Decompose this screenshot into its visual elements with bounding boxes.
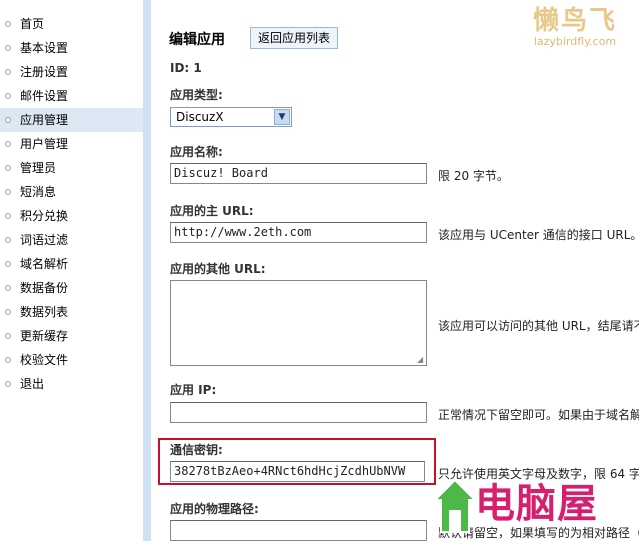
app-name-label: 应用名称:	[170, 145, 223, 159]
sidebar-item-label: 更新缓存	[20, 329, 69, 343]
sidebar-item-update-cache[interactable]: 更新缓存	[0, 324, 143, 348]
sidebar-divider	[143, 0, 151, 541]
sidebar-item-data-list[interactable]: 数据列表	[0, 300, 143, 324]
app-id: ID: 1	[170, 61, 202, 75]
bullet-icon	[5, 141, 11, 147]
app-name-hint: 限 20 字节。	[438, 169, 509, 183]
sidebar-item-label: 短消息	[20, 185, 57, 199]
sidebar-item-user-management[interactable]: 用户管理	[0, 132, 143, 156]
bullet-icon	[5, 93, 11, 99]
bullet-icon	[5, 69, 11, 75]
app-ip-input[interactable]	[170, 402, 427, 423]
sidebar-item-messages[interactable]: 短消息	[0, 180, 143, 204]
sidebar-item-credit-exchange[interactable]: 积分兑换	[0, 204, 143, 228]
sidebar-item-basic-settings[interactable]: 基本设置	[0, 36, 143, 60]
page-title: 编辑应用	[169, 32, 225, 48]
sidebar-item-word-filter[interactable]: 词语过滤	[0, 228, 143, 252]
sidebar-item-label: 首页	[20, 17, 45, 31]
app-type-select[interactable]: DiscuzX ▼	[170, 107, 292, 127]
house-logo-icon	[433, 478, 477, 533]
sidebar-item-label: 域名解析	[20, 257, 69, 271]
sidebar-item-label: 数据列表	[20, 305, 69, 319]
bullet-icon	[5, 357, 11, 363]
sidebar-item-label: 退出	[20, 377, 45, 391]
bullet-icon	[5, 45, 11, 51]
bullet-icon	[5, 213, 11, 219]
sidebar-item-register-settings[interactable]: 注册设置	[0, 60, 143, 84]
app-name-input[interactable]: Discuz! Board	[170, 163, 427, 184]
sidebar-item-admins[interactable]: 管理员	[0, 156, 143, 180]
sidebar-item-label: 数据备份	[20, 281, 69, 295]
sidebar-item-label: 注册设置	[20, 65, 69, 79]
comm-key-highlight-box	[158, 438, 436, 485]
watermark-top-url: lazybirdfly.com	[533, 35, 617, 48]
bullet-icon	[5, 309, 11, 315]
bullet-icon	[5, 261, 11, 267]
sidebar-nav: 首页 基本设置 注册设置 邮件设置 应用管理 用户管理 管理员 短消息 积分兑换…	[0, 0, 143, 541]
sidebar-item-label: 用户管理	[20, 137, 69, 151]
bullet-icon	[5, 189, 11, 195]
sidebar-item-label: 管理员	[20, 161, 57, 175]
main-url-label: 应用的主 URL:	[170, 204, 254, 218]
sidebar-item-app-management[interactable]: 应用管理	[0, 108, 143, 132]
watermark-lazybirdfly: 懒鸟飞 lazybirdfly.com	[519, 6, 631, 48]
bullet-icon	[5, 237, 11, 243]
sidebar-item-label: 应用管理	[20, 113, 69, 127]
other-url-label: 应用的其他 URL:	[170, 262, 266, 276]
bullet-icon	[5, 21, 11, 27]
watermark-top-text: 懒鸟飞	[532, 6, 617, 36]
physical-path-label: 应用的物理路径:	[170, 502, 259, 516]
sidebar-item-verify-files[interactable]: 校验文件	[0, 348, 143, 372]
sidebar-item-label: 邮件设置	[20, 89, 69, 103]
app-type-value: DiscuzX	[176, 110, 224, 124]
sidebar-item-label: 词语过滤	[20, 233, 69, 247]
main-url-input[interactable]: http://www.2eth.com	[170, 222, 427, 243]
sidebar-item-label: 基本设置	[20, 41, 69, 55]
bullet-icon	[5, 333, 11, 339]
sidebar-item-label: 积分兑换	[20, 209, 69, 223]
bullet-icon	[5, 285, 11, 291]
watermark-pc-house: 电脑屋	[433, 470, 639, 541]
sidebar-item-home[interactable]: 首页	[0, 12, 143, 36]
app-ip-hint: 正常情况下留空即可。如果由于域名解	[438, 408, 639, 422]
bullet-icon	[5, 381, 11, 387]
bullet-icon	[5, 165, 11, 171]
back-to-app-list-button[interactable]: 返回应用列表	[250, 27, 338, 49]
sidebar-item-logout[interactable]: 退出	[0, 372, 143, 396]
main-url-hint: 该应用与 UCenter 通信的接口 URL。	[438, 228, 639, 242]
other-url-textarea[interactable]: ◢	[170, 280, 427, 366]
other-url-hint: 该应用可以访问的其他 URL，结尾请不	[438, 319, 639, 333]
sidebar-item-domain-resolve[interactable]: 域名解析	[0, 252, 143, 276]
sidebar-item-mail-settings[interactable]: 邮件设置	[0, 84, 143, 108]
app-type-label: 应用类型:	[170, 88, 223, 102]
app-ip-label: 应用 IP:	[170, 383, 217, 397]
watermark-bottom-text: 电脑屋	[475, 481, 598, 527]
chevron-down-icon[interactable]: ▼	[274, 109, 290, 125]
sidebar-item-data-backup[interactable]: 数据备份	[0, 276, 143, 300]
resize-grip-icon[interactable]: ◢	[417, 356, 425, 364]
physical-path-input[interactable]	[170, 520, 427, 541]
sidebar-item-label: 校验文件	[20, 353, 69, 367]
bullet-icon	[5, 117, 11, 123]
